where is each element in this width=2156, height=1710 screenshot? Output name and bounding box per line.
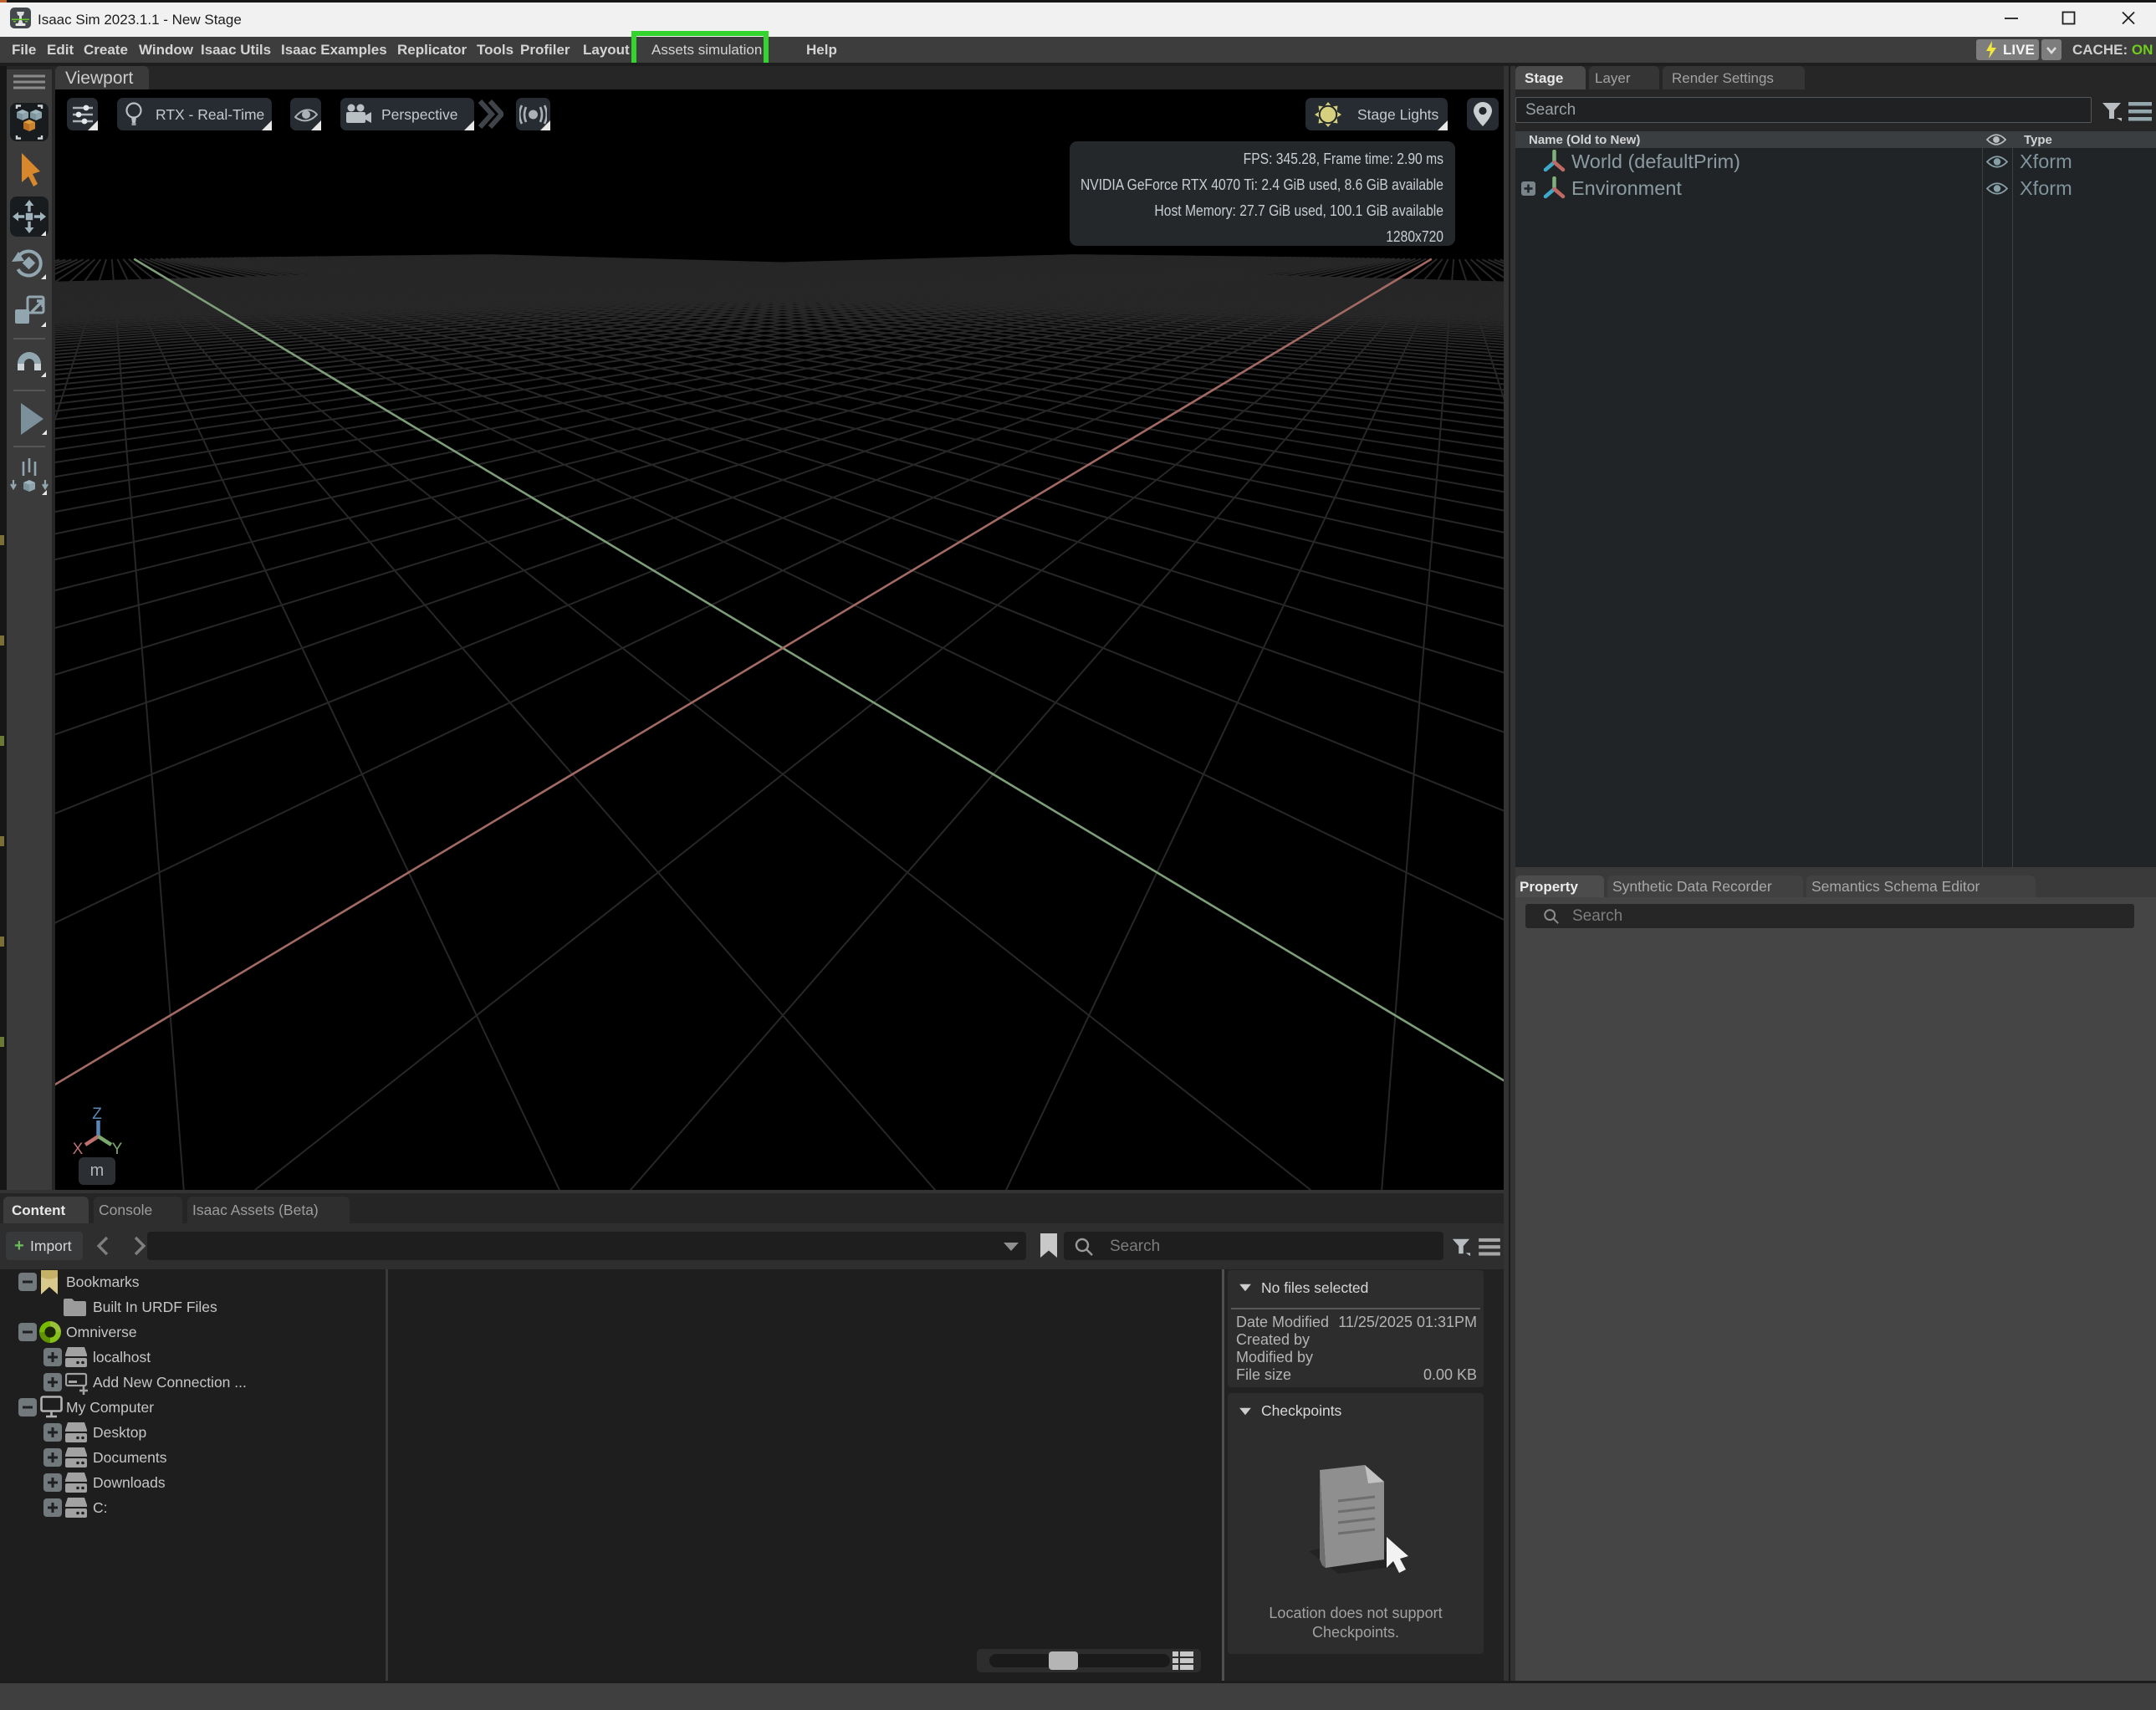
svg-text:Z: Z bbox=[92, 1105, 102, 1123]
svg-text:Y: Y bbox=[112, 1141, 123, 1158]
svg-text:X: X bbox=[73, 1141, 84, 1158]
